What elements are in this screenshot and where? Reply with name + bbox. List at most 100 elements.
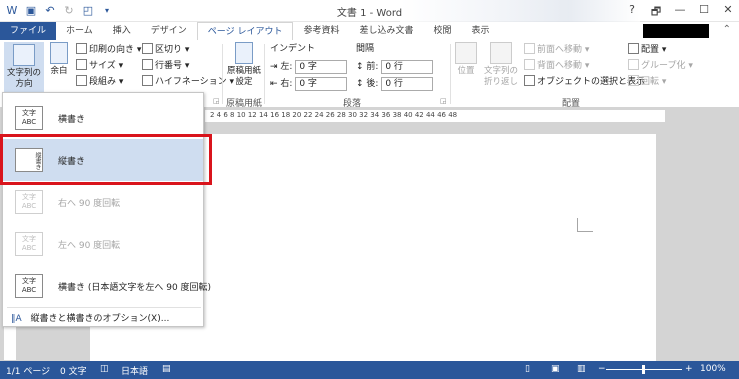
close-button[interactable]: ✕ [721,3,735,22]
maximize-button[interactable]: ☐ [697,3,711,22]
ribbon-display-button[interactable]: 🗗 [649,3,663,22]
paragraph-launcher-icon[interactable]: ◲ [440,97,447,105]
breaks-icon [142,43,153,54]
columns-button[interactable]: 段組み ▾ [76,75,123,89]
size-button[interactable]: サイズ ▾ [76,59,123,73]
wrap-text-icon [490,42,512,64]
menu-item-rotate-right[interactable]: 文字 ABC 右へ 90 度回転 [3,181,203,223]
text-direction-label: 文字列の 方向 [6,68,41,89]
spacing-heading: 間隔 [356,44,375,54]
tab-review[interactable]: 校閲 [424,22,462,40]
breaks-button[interactable]: 区切り ▾ [142,43,189,57]
orientation-button[interactable]: 印刷の向き ▾ [76,43,141,57]
align-icon [628,43,639,54]
spacing-before-label: 前: [366,62,379,72]
minimize-button[interactable]: — [673,3,687,22]
arrange-group-label: 配置 [562,99,581,109]
horizontal-rotated-text-icon: 文字 ABC [15,274,43,298]
menu-item-horizontal-rotated[interactable]: 文字 ABC 横書き (日本語文字を左へ 90 度回転) [3,265,211,307]
tab-insert[interactable]: 挿入 [103,22,141,40]
group-objects-label: グループ化 [641,61,686,71]
hyphenation-button[interactable]: ハイフネーション ▾ [142,75,234,89]
tab-file[interactable]: ファイル [0,22,57,40]
zoom-in-button[interactable]: + [685,364,693,374]
ruler-numbers: 2 4 6 8 10 12 14 16 18 20 22 24 26 28 30… [210,111,458,119]
text-direction-icon [13,44,35,66]
selection-pane-button[interactable]: オブジェクトの選択と表示 [524,75,645,89]
indent-left-field[interactable]: ⇥ 左: 0 字 [270,59,348,74]
margins-label: 余白 [50,66,68,76]
manuscript-button[interactable]: 原稿用紙 設定 [226,42,262,88]
orientation-icon [76,43,87,54]
text-direction-options-label: 縦書きと横書きのオプション(X)... [30,314,170,324]
menu-item-label: 横書き [58,115,86,125]
breaks-label: 区切り [155,45,183,55]
spacing-before-input[interactable]: 0 行 [381,59,434,74]
zoom-slider-thumb[interactable] [642,365,645,374]
margins-button[interactable]: 余白 [48,42,70,77]
zoom-level[interactable]: 100% [700,364,726,374]
wrap-text-button[interactable]: 文字列の 折り返し [481,42,521,88]
indent-right-field[interactable]: ⇤ 右: 0 字 [270,76,348,91]
tab-view[interactable]: 表示 [462,22,500,40]
vertical-ruler[interactable] [4,326,16,360]
user-account[interactable] [643,24,709,38]
columns-icon [76,75,87,86]
page-setup-launcher-icon[interactable]: ◲ [213,97,220,105]
macro-icon[interactable]: ▤ [162,364,171,374]
zoom-out-button[interactable]: − [598,364,606,374]
horizontal-text-icon: 文字 ABC [15,106,43,130]
rotate-icon [628,75,639,86]
manuscript-icon [235,42,253,64]
tab-home[interactable]: ホーム [56,22,103,40]
spacing-after-input[interactable]: 0 行 [381,76,434,91]
group-separator [450,44,451,104]
tab-references[interactable]: 参考資料 [293,22,349,40]
align-label: 配置 [641,45,660,55]
tab-mailings[interactable]: 差し込み文書 [349,22,423,40]
group-objects-button[interactable]: グループ化 ▾ [628,59,693,73]
rotate-left-text-icon: 文字 ABC [15,232,43,256]
align-button[interactable]: 配置 ▾ [628,43,666,57]
status-bar: 1/1 ページ 0 文字 ◫ 日本語 ▤ ▯ ▣ ▥ − + 100% [0,361,739,379]
line-numbers-icon [142,59,153,70]
spacing-after-icon: ↕ [356,79,364,89]
group-icon [628,59,639,70]
indent-left-input[interactable]: 0 字 [295,59,348,74]
rotate-button[interactable]: 回転 ▾ [628,75,666,89]
spacing-before-icon: ↕ [356,62,364,72]
indent-left-label: 左: [280,62,293,72]
word-count[interactable]: 0 文字 [60,364,87,377]
text-direction-options-item[interactable]: ‖A 縦書きと横書きのオプション(X)... [11,311,169,324]
menu-item-rotate-left[interactable]: 文字 ABC 左へ 90 度回転 [3,223,203,265]
group-separator [222,44,223,104]
read-mode-icon[interactable]: ▯ [525,364,530,374]
print-layout-icon[interactable]: ▣ [551,364,560,374]
bring-forward-button[interactable]: 前面へ移動 ▾ [524,43,589,57]
spacing-before-field[interactable]: ↕ 前: 0 行 [356,59,434,74]
tab-design[interactable]: デザイン [141,22,197,40]
tab-page-layout[interactable]: ページ レイアウト [196,22,294,40]
highlight-box [0,134,212,185]
orientation-label: 印刷の向き [89,45,135,55]
indent-right-label: 右: [280,79,293,89]
menu-item-horizontal[interactable]: 文字 ABC 横書き [3,97,203,139]
send-backward-button[interactable]: 背面へ移動 ▾ [524,59,589,73]
text-direction-menu: 文字 ABC 横書き 縦書き 縦書き 文字 ABC 右へ 90 度回転 文字 A… [2,92,211,327]
proofing-icon[interactable]: ◫ [100,364,109,374]
language[interactable]: 日本語 [121,364,148,377]
margins-icon [50,42,68,64]
help-button[interactable]: ? [625,3,639,22]
send-backward-label: 背面へ移動 [537,61,583,71]
web-layout-icon[interactable]: ▥ [577,364,586,374]
selection-pane-icon [524,75,535,86]
text-direction-button[interactable]: 文字列の 方向 [4,42,44,94]
page-count[interactable]: 1/1 ページ [6,364,50,377]
rotate-label: 回転 [641,77,660,87]
line-numbers-button[interactable]: 行番号 ▾ [142,59,189,73]
indent-right-input[interactable]: 0 字 [295,76,348,91]
menu-separator [7,307,201,308]
spacing-after-field[interactable]: ↕ 後: 0 行 [356,76,434,91]
position-button[interactable]: 位置 [454,42,478,77]
collapse-ribbon-icon[interactable]: ⌃ [723,24,731,35]
